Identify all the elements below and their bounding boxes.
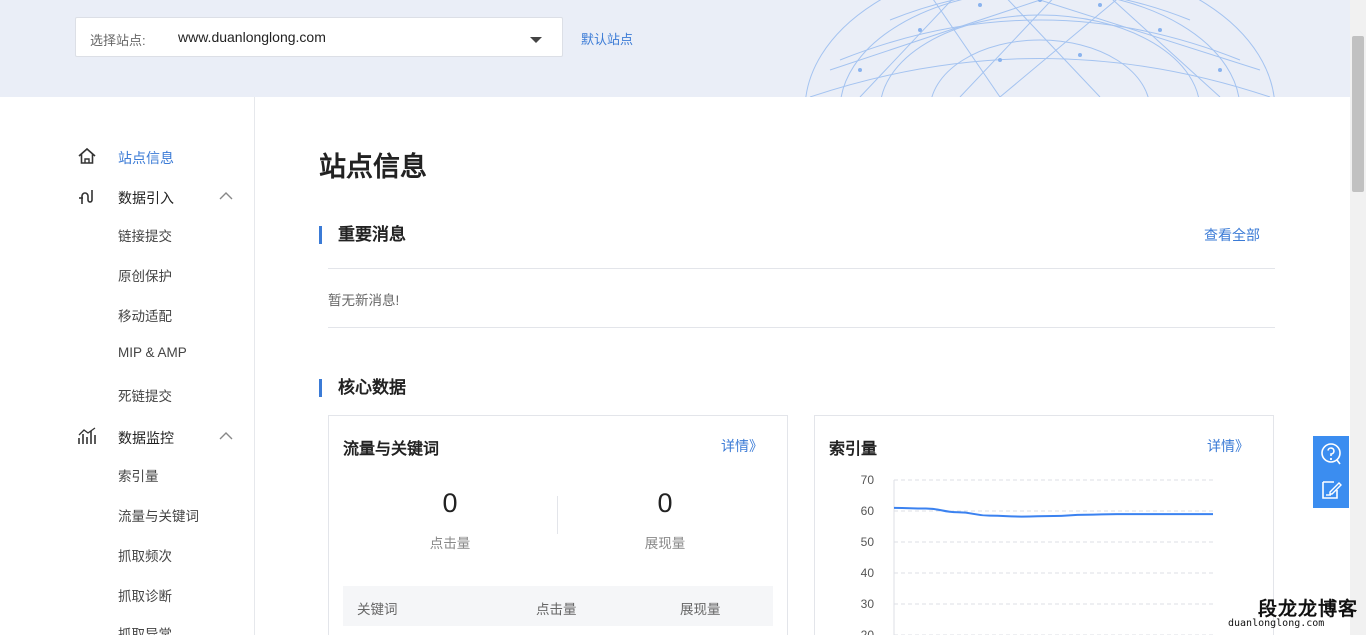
- sidebar-subitem[interactable]: 抓取诊断: [118, 585, 172, 605]
- clicks-label: 点击量: [429, 536, 471, 551]
- y-tick-label: 70: [861, 473, 875, 487]
- sidebar-subitem[interactable]: MIP & AMP: [118, 345, 187, 360]
- data-import-icon: [79, 190, 93, 204]
- floating-tools: [1313, 436, 1349, 508]
- y-tick-label: 40: [861, 566, 875, 580]
- important-messages-title: 重要消息: [319, 226, 406, 244]
- index-volume-card: 索引量 详情》 70 60 50 40 30 20: [814, 415, 1274, 635]
- caret-down-icon[interactable]: [530, 37, 542, 43]
- sidebar-subitem[interactable]: 索引量: [118, 465, 159, 485]
- data-monitor-icon: [78, 427, 96, 444]
- y-tick-label: 30: [861, 597, 875, 611]
- column-header-keyword[interactable]: 关键词: [357, 598, 398, 618]
- site-select-label: 选择站点:: [90, 33, 146, 48]
- sidebar-subitem[interactable]: 抓取异常: [118, 623, 172, 635]
- sidebar-item-label: 数据监控: [118, 430, 174, 446]
- divider: [328, 327, 1275, 328]
- column-header-impressions[interactable]: 展现量: [680, 598, 721, 618]
- watermark-url: duanlonglong.com: [1228, 618, 1325, 629]
- index-volume-chart: 70 60 50 40 30 20: [861, 473, 1213, 635]
- home-icon: [78, 147, 96, 164]
- empty-messages-text: 暂无新消息!: [328, 293, 400, 308]
- main-content: 站点信息 重要消息 查看全部 暂无新消息! 核心数据 流量与关键词 详情》 0 …: [255, 97, 1350, 635]
- sidebar-item-data-import[interactable]: 数据引入: [0, 186, 254, 208]
- top-banner: 选择站点: www.duanlonglong.com 默认站点: [0, 0, 1350, 97]
- series-line: [893, 506, 1213, 518]
- keywords-table-header: 关键词 点击量 展现量: [343, 586, 773, 626]
- impressions-value: 0: [657, 488, 673, 518]
- y-tick-label: 60: [861, 504, 875, 518]
- site-select[interactable]: 选择站点: www.duanlonglong.com: [75, 17, 563, 57]
- card-title: 流量与关键词: [343, 441, 440, 458]
- sidebar-item-label: 站点信息: [118, 150, 174, 166]
- traffic-keywords-card: 流量与关键词 详情》 0 点击量 0 展现量 关键词 点击量 展现量: [328, 415, 788, 635]
- sidebar-subitem[interactable]: 抓取频次: [118, 545, 172, 565]
- default-site-link[interactable]: 默认站点: [581, 29, 633, 48]
- chevron-up-icon[interactable]: [219, 431, 233, 441]
- sidebar-subitem[interactable]: 死链提交: [118, 385, 172, 405]
- sidebar-subitem[interactable]: 流量与关键词: [118, 505, 199, 525]
- sidebar-item-label: 数据引入: [118, 190, 174, 206]
- column-header-clicks[interactable]: 点击量: [536, 598, 577, 618]
- stat-divider: [557, 496, 558, 534]
- core-data-title: 核心数据: [319, 379, 406, 397]
- traffic-details-link[interactable]: 详情》: [721, 436, 763, 456]
- y-tick-label: 20: [861, 628, 875, 635]
- impressions-label: 展现量: [644, 536, 686, 551]
- y-tick-label: 50: [861, 535, 875, 549]
- sidebar: 站点信息 数据引入 链接提交 原创保护 移动适配 MIP & AMP 死链提交 …: [0, 97, 255, 635]
- page-title: 站点信息: [319, 152, 427, 182]
- feedback-icon[interactable]: [1319, 478, 1343, 502]
- watermark-title: 段龙龙博客: [1258, 599, 1359, 620]
- sidebar-item-site-info[interactable]: 站点信息: [0, 146, 254, 168]
- sidebar-subitem[interactable]: 链接提交: [118, 225, 172, 245]
- globe-decoration: [805, 0, 1275, 97]
- help-icon[interactable]: [1319, 442, 1343, 466]
- clicks-value: 0: [442, 488, 458, 518]
- sidebar-subitem[interactable]: 原创保护: [118, 265, 172, 285]
- chevron-up-icon[interactable]: [219, 191, 233, 201]
- scrollbar-thumb[interactable]: [1352, 36, 1364, 192]
- view-all-link[interactable]: 查看全部: [1204, 225, 1260, 245]
- sidebar-item-data-monitor[interactable]: 数据监控: [0, 426, 254, 448]
- site-select-value: www.duanlonglong.com: [178, 29, 326, 45]
- sidebar-subitem[interactable]: 移动适配: [118, 305, 172, 325]
- divider: [328, 268, 1275, 269]
